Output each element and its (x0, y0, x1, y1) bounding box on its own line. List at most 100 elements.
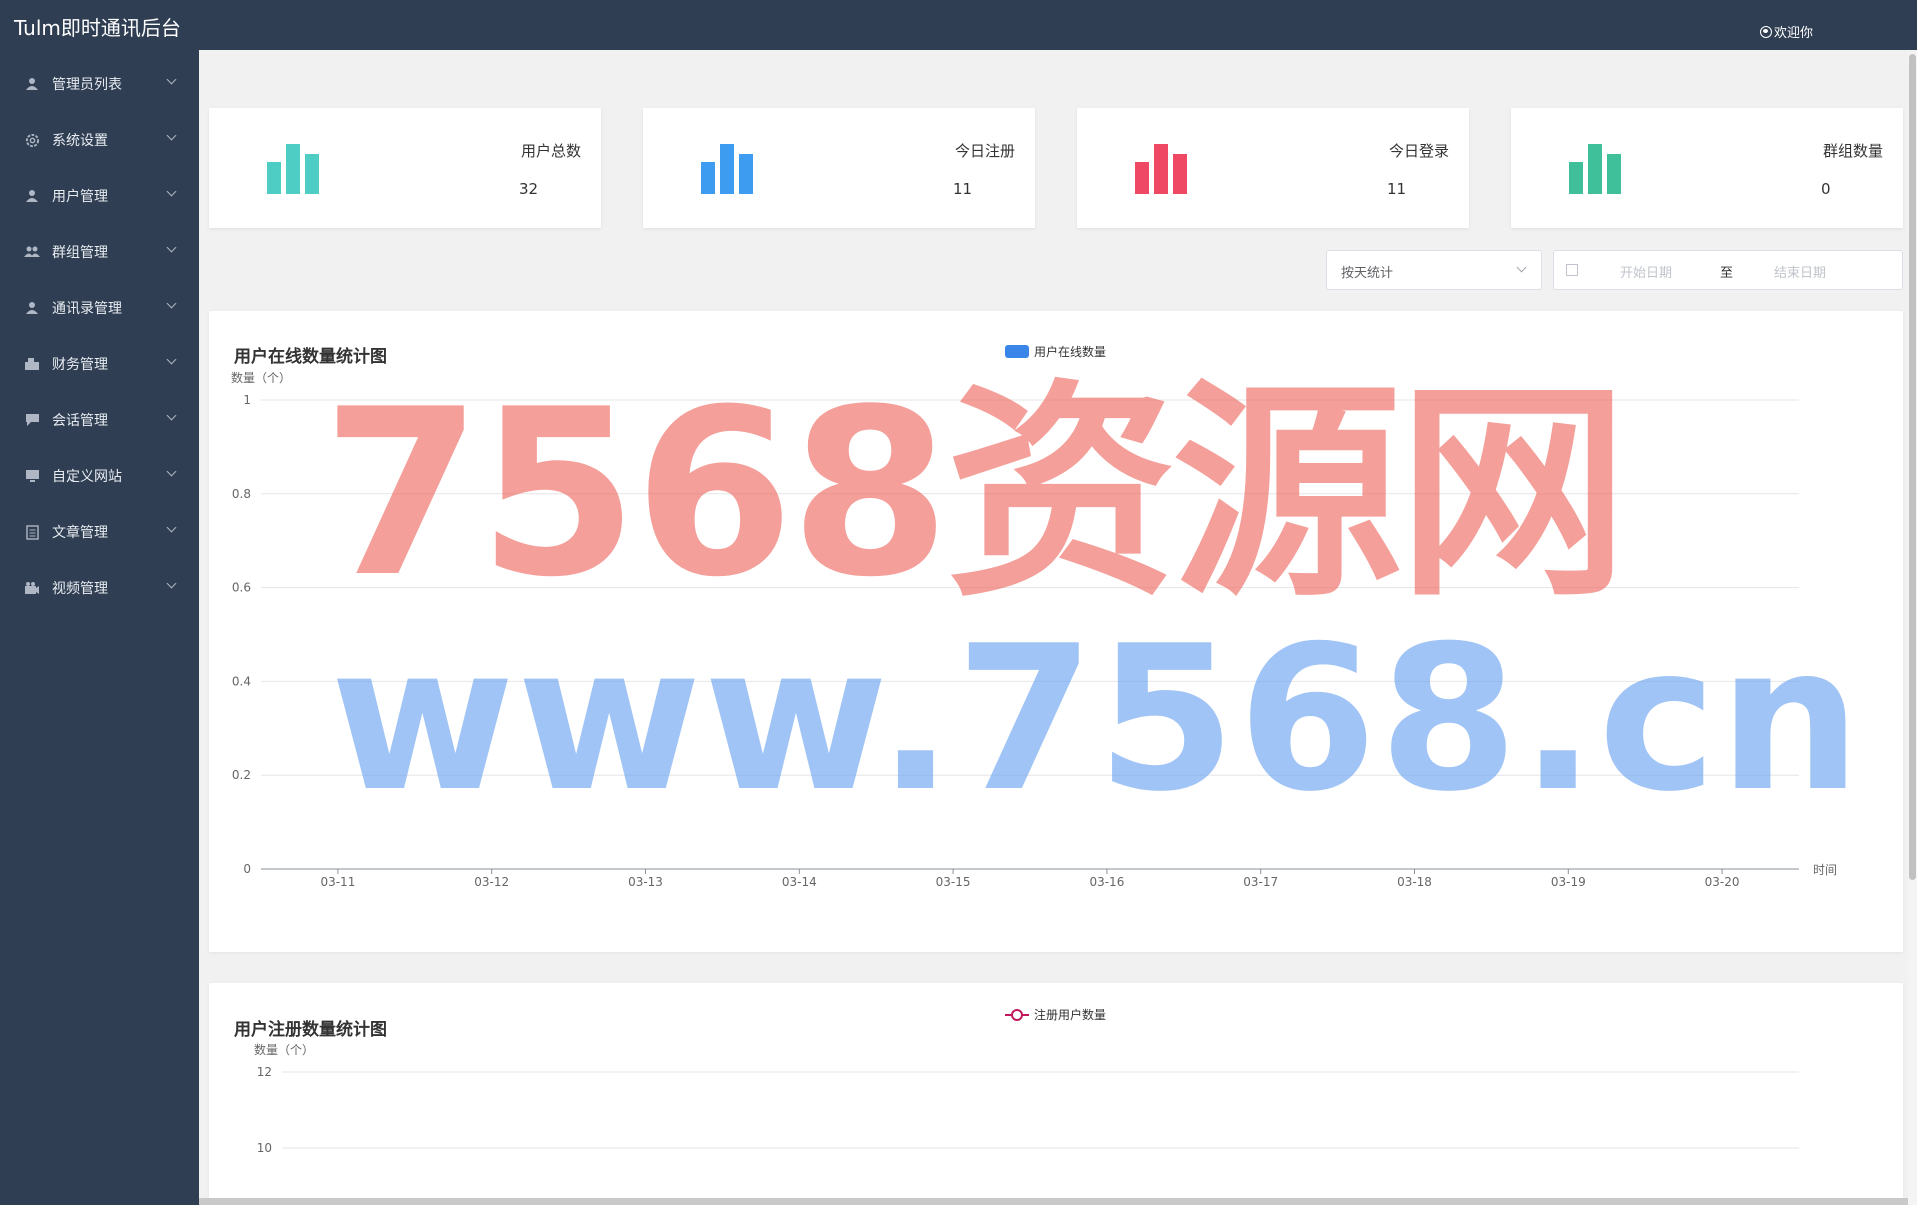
stat-card-total-users: 用户总数 32 (209, 108, 601, 228)
online-users-chart: 用户在线数量 数量（个） 时间 0 0.2 0.4 0.6 0.8 1 03-11 03-1… (231, 344, 1837, 889)
x-tick-label: 03-14 (782, 875, 817, 889)
chat-icon (24, 412, 40, 428)
y-tick-label: 0.2 (232, 768, 251, 782)
calendar-icon (1566, 264, 1578, 276)
start-date-input[interactable]: 开始日期 (1620, 262, 1672, 281)
stat-card-today-login: 今日登录 11 (1077, 108, 1469, 228)
x-tick-label: 03-19 (1551, 875, 1586, 889)
app-title: Tulm即时通讯后台 (14, 16, 181, 40)
online-users-chart-panel: 用户在线数量统计图 用户在线数量 数量（个） 时间 0 0.2 0.4 0.6 0.8 1… (209, 311, 1903, 952)
sidebar-item-label: 会话管理 (52, 413, 108, 429)
stat-card-today-registered: 今日注册 11 (643, 108, 1035, 228)
finance-icon (24, 356, 40, 372)
bar-chart-icon (701, 144, 753, 194)
chevron-down-icon (166, 74, 177, 85)
user-icon (24, 188, 40, 204)
sidebar-item-label: 文章管理 (52, 525, 108, 541)
stat-title: 今日登录 (1388, 142, 1449, 160)
user-menu[interactable]: 欢迎你 (1760, 22, 1813, 41)
stat-value: 32 (519, 180, 539, 198)
horizontal-scrollbar[interactable] (199, 1198, 1908, 1205)
chevron-down-icon (166, 522, 177, 533)
chevron-down-icon (1516, 262, 1527, 273)
stat-value: 11 (953, 180, 973, 198)
bar-chart-icon (267, 144, 319, 194)
sidebar-item-session-management[interactable]: 会话管理 (0, 392, 199, 448)
sidebar-item-label: 管理员列表 (52, 77, 122, 93)
x-tick-label: 03-18 (1397, 875, 1432, 889)
x-tick-label: 03-13 (628, 875, 663, 889)
sidebar-item-video-management[interactable]: 视频管理 (0, 560, 199, 616)
chevron-down-icon (166, 298, 177, 309)
sidebar-item-user-management[interactable]: 用户管理 (0, 168, 199, 224)
y-tick-label: 1 (243, 393, 251, 407)
select-value: 按天统计 (1341, 266, 1394, 281)
chevron-down-icon (166, 410, 177, 421)
chevron-down-icon (166, 130, 177, 141)
sidebar-item-finance-management[interactable]: 财务管理 (0, 336, 199, 392)
welcome-text: 欢迎你 (1774, 26, 1814, 41)
stat-title: 群组数量 (1822, 142, 1883, 160)
stat-title: 用户总数 (520, 142, 581, 160)
sidebar-item-label: 系统设置 (52, 133, 108, 149)
chevron-down-icon (166, 186, 177, 197)
scrollbar-thumb[interactable] (1909, 54, 1916, 880)
user-circle-icon (1760, 25, 1772, 38)
stat-value: 11 (1387, 180, 1407, 198)
sidebar-item-label: 财务管理 (52, 357, 108, 373)
chevron-down-icon (166, 354, 177, 365)
x-tick-label: 03-20 (1705, 875, 1740, 889)
sidebar-item-contacts-management[interactable]: 通讯录管理 (0, 280, 199, 336)
sidebar-item-group-management[interactable]: 群组管理 (0, 224, 199, 280)
sidebar-item-label: 视频管理 (52, 581, 108, 597)
y-tick-label: 10 (257, 1141, 272, 1155)
date-separator: 至 (1720, 266, 1734, 281)
y-tick-label: 0.6 (232, 581, 251, 595)
sidebar-item-label: 用户管理 (52, 189, 108, 205)
legend-swatch (1005, 345, 1029, 358)
date-range-picker[interactable]: 开始日期 至 结束日期 (1553, 250, 1903, 290)
y-tick-label: 0 (243, 862, 251, 876)
sidebar-item-custom-website[interactable]: 自定义网站 (0, 448, 199, 504)
x-tick-label: 03-17 (1243, 875, 1278, 889)
x-tick-label: 03-16 (1089, 875, 1124, 889)
sidebar-item-label: 通讯录管理 (52, 301, 122, 317)
sidebar-item-system-settings[interactable]: 系统设置 (0, 112, 199, 168)
document-icon (24, 524, 40, 540)
gear-icon (24, 132, 40, 148)
registered-users-chart-panel: 用户注册数量统计图 注册用户数量 数量（个） 12 10 (209, 983, 1903, 1205)
y-tick-label: 12 (257, 1065, 272, 1079)
user-icon (24, 76, 40, 92)
stat-card-group-count: 群组数量 0 (1511, 108, 1903, 228)
top-bar: Tulm即时通讯后台 欢迎你 (0, 0, 1917, 50)
sidebar-item-article-management[interactable]: 文章管理 (0, 504, 199, 560)
sidebar-item-admin-list[interactable]: 管理员列表 (0, 56, 199, 112)
end-date-input[interactable]: 结束日期 (1774, 262, 1826, 281)
x-tick-label: 03-12 (474, 875, 509, 889)
sidebar: 管理员列表 系统设置 用户管理 群组管理 通讯录管理 财务管理 会话管理 自定义… (0, 50, 199, 1205)
legend-label[interactable]: 注册用户数量 (1034, 1007, 1106, 1022)
stat-value: 0 (1821, 180, 1831, 198)
x-tick-label: 03-11 (320, 875, 355, 889)
group-icon (24, 244, 40, 260)
bar-chart-icon (1135, 144, 1187, 194)
y-axis-label: 数量（个） (231, 370, 291, 385)
sidebar-item-label: 群组管理 (52, 245, 108, 261)
vertical-scrollbar[interactable] (1908, 50, 1917, 1205)
bar-chart-icon (1569, 144, 1621, 194)
user-icon (24, 300, 40, 316)
sidebar-item-label: 自定义网站 (52, 469, 122, 485)
x-tick-label: 03-15 (936, 875, 971, 889)
chevron-down-icon (166, 466, 177, 477)
y-tick-label: 0.8 (232, 487, 251, 501)
monitor-icon (24, 468, 40, 484)
x-axis-label: 时间 (1813, 863, 1837, 877)
legend-label[interactable]: 用户在线数量 (1034, 344, 1106, 359)
chevron-down-icon (166, 242, 177, 253)
legend-marker (1011, 1009, 1023, 1021)
chevron-down-icon (166, 578, 177, 589)
y-axis-label: 数量（个） (254, 1042, 314, 1057)
stat-period-select[interactable]: 按天统计 (1326, 250, 1542, 290)
video-icon (24, 580, 40, 596)
registered-users-chart: 注册用户数量 数量（个） 12 10 (254, 1007, 1799, 1155)
